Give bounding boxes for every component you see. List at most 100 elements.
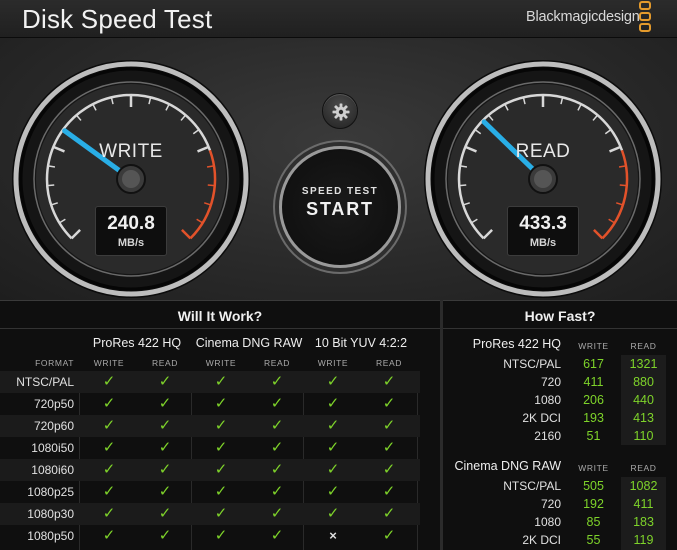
checkmark-icon: ✓: [326, 505, 340, 522]
checkmark-icon: ✓: [382, 417, 396, 434]
checkmark-icon: ✓: [158, 395, 172, 412]
read-gauge-tick: [459, 184, 467, 187]
speed-format-label: NTSC/PAL: [503, 357, 561, 371]
table-row: 1080i50 ✓ ✓ ✓ ✓ ✓ ✓: [0, 437, 420, 459]
checkmark-icon: ✓: [214, 461, 228, 478]
checkmark-icon: ✓: [270, 417, 284, 434]
table-row: NTSC/PAL ✓ ✓ ✓ ✓ ✓ ✓: [0, 371, 420, 393]
read-fps-value: 411: [621, 495, 666, 513]
checkmark-icon: ✓: [102, 417, 116, 434]
speed-format-label: 720: [540, 497, 561, 511]
checkmark-icon: ✓: [270, 527, 284, 544]
checkmark-icon: ✓: [158, 483, 172, 500]
read-readout: 433.3 MB/s: [507, 206, 579, 256]
write-fps-value: 55: [586, 533, 601, 547]
settings-button[interactable]: [322, 93, 358, 129]
speed-section-title: ProRes 422 HQ: [472, 337, 561, 351]
checkmark-icon: ✓: [214, 417, 228, 434]
format-group-header: 10 Bit YUV 4:2:2: [314, 336, 408, 350]
column-subheader: WRITE: [205, 358, 237, 368]
format-label: NTSC/PAL: [16, 375, 74, 389]
gear-icon: [332, 103, 350, 121]
read-fps-value: 440: [621, 391, 666, 409]
checkmark-icon: ✓: [270, 439, 284, 456]
app-title: Disk Speed Test: [22, 4, 213, 34]
checkmark-icon: ✓: [382, 395, 396, 412]
checkmark-icon: ✓: [102, 461, 116, 478]
read-fps-value: 1321: [621, 355, 666, 373]
write-column-header: WRITE: [578, 341, 609, 351]
checkmark-icon: ✓: [270, 483, 284, 500]
checkmark-icon: ✓: [326, 483, 340, 500]
column-subheader: READ: [151, 358, 179, 368]
column-subheader: READ: [263, 358, 291, 368]
speed-format-label: 1080: [534, 393, 561, 407]
checkmark-icon: ✓: [158, 461, 172, 478]
checkmark-icon: ✓: [214, 527, 228, 544]
speed-row: 2K DCI 55 119: [443, 531, 677, 549]
checkmark-icon: ✓: [158, 505, 172, 522]
speed-format-label: 1080: [534, 515, 561, 529]
checkmark-icon: ✓: [382, 461, 396, 478]
speed-row: NTSC/PAL 505 1082: [443, 477, 677, 495]
format-label: 1080p25: [27, 485, 74, 499]
checkmark-icon: ✓: [158, 373, 172, 390]
speed-section-title: Cinema DNG RAW: [454, 459, 562, 473]
format-label: 1080p50: [27, 529, 74, 543]
read-fps-value: 413: [621, 409, 666, 427]
column-subheader: READ: [375, 358, 403, 368]
speed-row: 2K DCI 193 413: [443, 409, 677, 427]
speed-row: NTSC/PAL 617 1321: [443, 355, 677, 373]
read-gauge: READ 433.3 MB/s: [422, 58, 664, 300]
table-row: 1080p50 ✓ ✓ ✓ ✓ × ✓: [0, 525, 420, 547]
read-speed-unit: MB/s: [529, 237, 557, 249]
write-column-header: WRITE: [578, 463, 609, 473]
write-gauge-hub-cap: [122, 170, 140, 188]
format-label: 720p50: [33, 397, 74, 411]
start-button-caption: SPEED TEST: [301, 186, 379, 197]
checkmark-icon: ✓: [102, 527, 116, 544]
write-fps-value: 505: [583, 479, 604, 493]
write-gauge-tick: [207, 184, 215, 187]
checkmark-icon: ✓: [326, 395, 340, 412]
brand-name: Blackmagicdesign: [526, 9, 640, 25]
checkmark-icon: ✓: [270, 505, 284, 522]
table-row: 720p50 ✓ ✓ ✓ ✓ ✓ ✓: [0, 393, 420, 415]
checkmark-icon: ✓: [102, 373, 116, 390]
start-button-label: START: [306, 199, 374, 219]
write-readout: 240.8 MB/s: [95, 206, 167, 256]
gauge-area: WRITE 240.8 MB/s SPEED TEST START READ 4…: [0, 38, 677, 300]
checkmark-icon: ✓: [214, 373, 228, 390]
checkmark-icon: ✓: [382, 505, 396, 522]
format-group-header: ProRes 422 HQ: [92, 336, 182, 350]
format-label: 720p60: [33, 419, 74, 433]
write-gauge-label: WRITE: [99, 141, 163, 162]
checkmark-icon: ✓: [214, 395, 228, 412]
how-fast-panel: How Fast? ProRes 422 HQ WRITE READ NTSC/PAL…: [443, 300, 677, 550]
start-speed-test-button[interactable]: SPEED TEST START: [279, 146, 401, 268]
will-it-work-panel: Will It Work? FORMAT ProRes 422 HQ Cinema…: [0, 300, 440, 550]
checkmark-icon: ✓: [102, 505, 116, 522]
checkmark-icon: ✓: [382, 483, 396, 500]
read-gauge-hub-cap: [534, 170, 552, 188]
checkmark-icon: ✓: [102, 395, 116, 412]
read-gauge-label: READ: [515, 141, 571, 162]
speed-row: 720 411 880: [443, 373, 677, 391]
checkmark-icon: ✓: [102, 483, 116, 500]
checkmark-icon: ✓: [214, 483, 228, 500]
write-gauge-tick: [47, 184, 55, 187]
write-fps-value: 51: [586, 429, 601, 443]
speed-row: 2160 51 110: [443, 427, 677, 445]
read-fps-value: 880: [621, 373, 666, 391]
cross-icon: ×: [329, 528, 337, 543]
format-group-header: Cinema DNG RAW: [195, 336, 303, 350]
speed-format-label: 2160: [534, 429, 561, 443]
checkmark-icon: ✓: [382, 439, 396, 456]
write-fps-value: 617: [583, 357, 604, 371]
read-gauge-tick: [619, 184, 627, 187]
column-subheader: WRITE: [93, 358, 125, 368]
table-row: 720p60 ✓ ✓ ✓ ✓ ✓ ✓: [0, 415, 420, 437]
checkmark-icon: ✓: [102, 439, 116, 456]
title-bar: Disk Speed Test Blackmagicdesign: [0, 0, 677, 38]
speed-row: 1080 85 183: [443, 513, 677, 531]
